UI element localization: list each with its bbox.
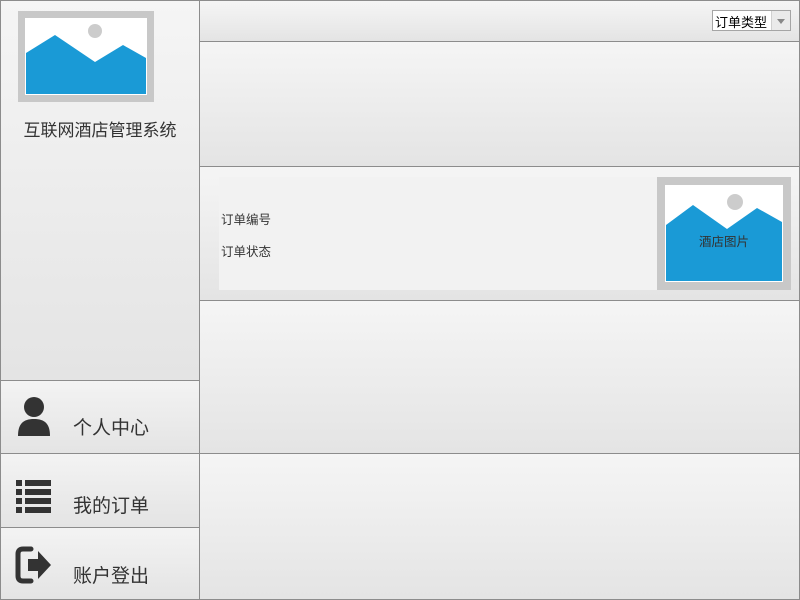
nav-logout[interactable]: 账户登出 <box>0 527 200 600</box>
order-type-select-value: 订单类型 <box>715 16 768 31</box>
nav-label-my-orders: 我的订单 <box>73 495 150 517</box>
hotel-image-label: 酒店图片 <box>698 234 749 249</box>
hotel-image: 酒店图片 <box>657 177 791 290</box>
system-title: 互联网酒店管理系统 <box>23 121 177 141</box>
nav-my-orders[interactable]: 我的订单 <box>0 453 200 528</box>
content-area <box>199 300 800 454</box>
sidebar-header: 互联网酒店管理系统 <box>0 0 200 381</box>
list-icon <box>16 480 51 513</box>
top-bar <box>199 0 800 42</box>
order-status-label: 订单状态 <box>221 244 272 259</box>
app-window: 互联网酒店管理系统 个人中心 我的订单 账户登出 订单类型 订单编号 订单状态 … <box>0 0 800 600</box>
chevron-down-icon[interactable] <box>771 11 790 30</box>
logout-icon <box>15 546 51 584</box>
filter-area <box>199 41 800 167</box>
logo-image <box>18 11 154 102</box>
order-number-label: 订单编号 <box>221 212 272 227</box>
order-card[interactable]: 订单编号 订单状态 酒店图片 <box>219 177 791 290</box>
nav-personal-center[interactable]: 个人中心 <box>0 380 200 454</box>
nav-label-personal-center: 个人中心 <box>73 417 150 439</box>
user-icon <box>18 397 50 436</box>
nav-label-logout: 账户登出 <box>73 565 150 587</box>
bottom-area <box>199 453 800 600</box>
order-type-select[interactable]: 订单类型 <box>712 10 791 31</box>
